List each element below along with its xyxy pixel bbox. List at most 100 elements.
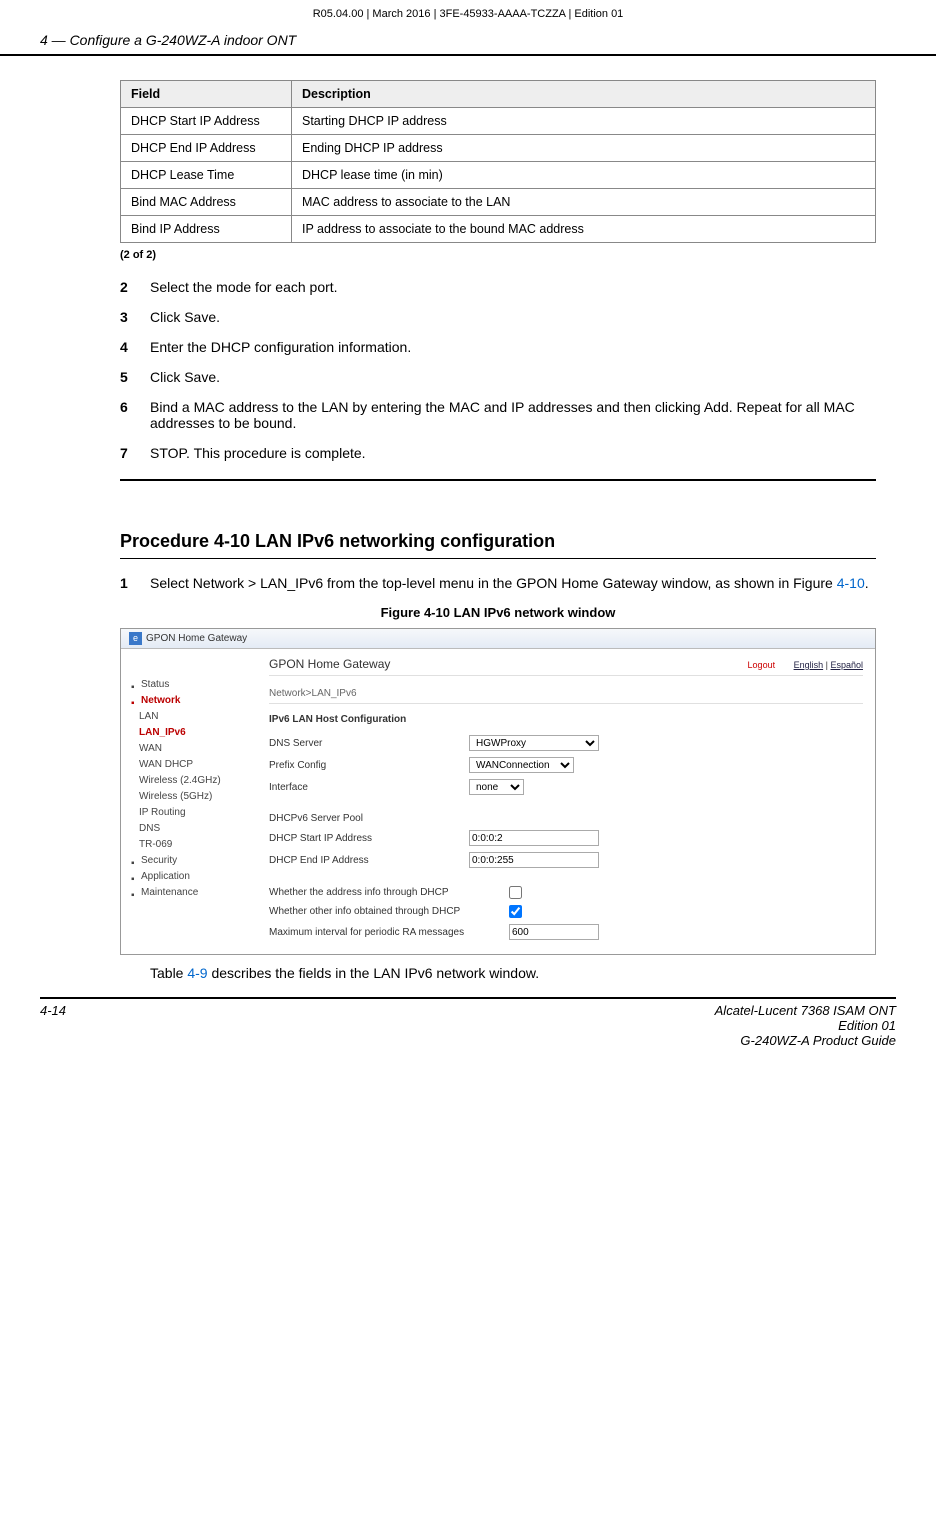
sidebar-cat-maintenance[interactable]: ▪Maintenance bbox=[131, 885, 251, 901]
page-title: GPON Home Gateway bbox=[269, 657, 390, 671]
cell-field: DHCP End IP Address bbox=[121, 135, 292, 162]
logout-link[interactable]: Logout bbox=[748, 660, 776, 670]
other-dhcp-label: Whether other info obtained through DHCP bbox=[269, 906, 509, 917]
step-text: Select Network > LAN_IPv6 from the top-l… bbox=[150, 575, 876, 591]
sidebar-cat-status[interactable]: ▪Status bbox=[131, 677, 251, 693]
dns-server-label: DNS Server bbox=[269, 738, 469, 749]
folder-icon: ▪ bbox=[131, 680, 139, 688]
table-link[interactable]: 4-9 bbox=[187, 965, 207, 981]
step: 6 Bind a MAC address to the LAN by enter… bbox=[120, 399, 876, 431]
addr-dhcp-label: Whether the address info through DHCP bbox=[269, 887, 509, 898]
browser-tab[interactable]: e GPON Home Gateway bbox=[121, 629, 875, 649]
step-num: 4 bbox=[120, 339, 150, 355]
lang-espanol[interactable]: Español bbox=[830, 660, 863, 670]
sidebar-label: Network bbox=[141, 695, 180, 706]
table-ref-text: Table 4-9 describes the fields in the LA… bbox=[120, 965, 876, 981]
cell-field: DHCP Lease Time bbox=[121, 162, 292, 189]
main-content: GPON Home Gateway Logout English | Españ… bbox=[257, 649, 875, 954]
table-row: DHCP End IP Address Ending DHCP IP addre… bbox=[121, 135, 876, 162]
procedure-divider bbox=[120, 479, 876, 481]
interface-select[interactable]: none bbox=[469, 779, 524, 795]
cell-desc: MAC address to associate to the LAN bbox=[292, 189, 876, 216]
end-ip-label: DHCP End IP Address bbox=[269, 855, 469, 866]
step-text: Click Save. bbox=[150, 309, 876, 325]
step-num: 2 bbox=[120, 279, 150, 295]
sidebar-item-tr069[interactable]: TR-069 bbox=[131, 837, 251, 853]
procedure-heading: Procedure 4-10 LAN IPv6 networking confi… bbox=[120, 531, 876, 559]
after-fig-post: describes the fields in the LAN IPv6 net… bbox=[208, 965, 540, 981]
max-ra-input[interactable] bbox=[509, 924, 599, 940]
step-num: 6 bbox=[120, 399, 150, 431]
step-text: Select the mode for each port. bbox=[150, 279, 876, 295]
form-section-title: IPv6 LAN Host Configuration bbox=[269, 714, 863, 725]
cell-field: Bind MAC Address bbox=[121, 189, 292, 216]
sidebar-item-wireless-5[interactable]: Wireless (5GHz) bbox=[131, 789, 251, 805]
sidebar-cat-application[interactable]: ▪Application bbox=[131, 869, 251, 885]
sidebar-item-wireless-24[interactable]: Wireless (2.4GHz) bbox=[131, 773, 251, 789]
th-field: Field bbox=[121, 81, 292, 108]
sidebar-item-ip-routing[interactable]: IP Routing bbox=[131, 805, 251, 821]
sidebar-item-wan[interactable]: WAN bbox=[131, 741, 251, 757]
addr-dhcp-checkbox[interactable] bbox=[509, 886, 522, 899]
screenshot: e GPON Home Gateway ▪Status ▪Network LAN… bbox=[120, 628, 876, 955]
sidebar-item-wan-dhcp[interactable]: WAN DHCP bbox=[131, 757, 251, 773]
cell-desc: Ending DHCP IP address bbox=[292, 135, 876, 162]
other-dhcp-checkbox[interactable] bbox=[509, 905, 522, 918]
section-header: 4 — Configure a G-240WZ-A indoor ONT bbox=[0, 28, 936, 56]
step: 2 Select the mode for each port. bbox=[120, 279, 876, 295]
prefix-config-label: Prefix Config bbox=[269, 760, 469, 771]
step: 5 Click Save. bbox=[120, 369, 876, 385]
sidebar-cat-security[interactable]: ▪Security bbox=[131, 853, 251, 869]
doc-header: R05.04.00 | March 2016 | 3FE-45933-AAAA-… bbox=[0, 0, 936, 28]
fields-table: Field Description DHCP Start IP Address … bbox=[120, 80, 876, 243]
sidebar-label: Security bbox=[141, 855, 177, 866]
sidebar-label: Status bbox=[141, 679, 169, 690]
th-desc: Description bbox=[292, 81, 876, 108]
dns-server-select[interactable]: HGWProxy bbox=[469, 735, 599, 751]
folder-icon: ▪ bbox=[131, 856, 139, 864]
sidebar-cat-network[interactable]: ▪Network bbox=[131, 693, 251, 709]
prefix-config-select[interactable]: WANConnection bbox=[469, 757, 574, 773]
step1-pre: Select Network > LAN_IPv6 from the top-l… bbox=[150, 575, 837, 591]
lang-english[interactable]: English bbox=[794, 660, 824, 670]
favicon-icon: e bbox=[129, 632, 142, 645]
pool-label: DHCPv6 Server Pool bbox=[269, 813, 469, 824]
folder-icon: ▪ bbox=[131, 888, 139, 896]
step-num: 5 bbox=[120, 369, 150, 385]
footer-line3: G-240WZ-A Product Guide bbox=[715, 1033, 896, 1048]
after-fig-pre: Table bbox=[150, 965, 187, 981]
page-footer: 4-14 Alcatel-Lucent 7368 ISAM ONT Editio… bbox=[40, 997, 896, 1048]
tab-title: GPON Home Gateway bbox=[146, 633, 247, 644]
sidebar-label: Application bbox=[141, 871, 190, 882]
cell-desc: Starting DHCP IP address bbox=[292, 108, 876, 135]
interface-label: Interface bbox=[269, 782, 469, 793]
footer-line2: Edition 01 bbox=[715, 1018, 896, 1033]
sidebar-item-lan-ipv6[interactable]: LAN_IPv6 bbox=[131, 725, 251, 741]
folder-icon: ▪ bbox=[131, 696, 139, 704]
step-text: Bind a MAC address to the LAN by enterin… bbox=[150, 399, 876, 431]
sidebar-label: Maintenance bbox=[141, 887, 198, 898]
table-row: Bind MAC Address MAC address to associat… bbox=[121, 189, 876, 216]
cell-field: DHCP Start IP Address bbox=[121, 108, 292, 135]
step-num: 3 bbox=[120, 309, 150, 325]
step-num: 1 bbox=[120, 575, 150, 591]
sidebar-item-lan[interactable]: LAN bbox=[131, 709, 251, 725]
sidebar: ▪Status ▪Network LAN LAN_IPv6 WAN WAN DH… bbox=[121, 649, 257, 954]
step: 1 Select Network > LAN_IPv6 from the top… bbox=[120, 575, 876, 591]
table-row: DHCP Start IP Address Starting DHCP IP a… bbox=[121, 108, 876, 135]
cell-field: Bind IP Address bbox=[121, 216, 292, 243]
sidebar-item-dns[interactable]: DNS bbox=[131, 821, 251, 837]
table-page-note: (2 of 2) bbox=[120, 249, 876, 261]
step-text: Enter the DHCP configuration information… bbox=[150, 339, 876, 355]
start-ip-input[interactable] bbox=[469, 830, 599, 846]
cell-desc: DHCP lease time (in min) bbox=[292, 162, 876, 189]
step: 4 Enter the DHCP configuration informati… bbox=[120, 339, 876, 355]
step: 7 STOP. This procedure is complete. bbox=[120, 445, 876, 461]
step: 3 Click Save. bbox=[120, 309, 876, 325]
figure-link[interactable]: 4-10 bbox=[837, 575, 865, 591]
page-number: 4-14 bbox=[40, 1003, 66, 1048]
start-ip-label: DHCP Start IP Address bbox=[269, 833, 469, 844]
end-ip-input[interactable] bbox=[469, 852, 599, 868]
footer-line1: Alcatel-Lucent 7368 ISAM ONT bbox=[715, 1003, 896, 1018]
table-row: Bind IP Address IP address to associate … bbox=[121, 216, 876, 243]
